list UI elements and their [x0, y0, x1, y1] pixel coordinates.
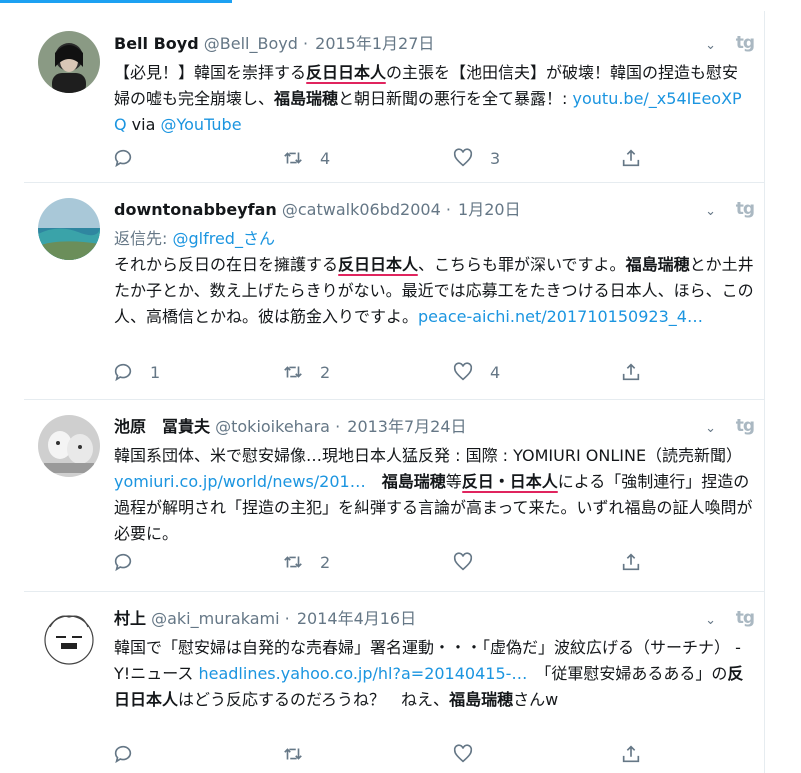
- retweet-count: 4: [320, 148, 331, 168]
- tweet[interactable]: 村上 @aki_murakami · 2014年4月16日 ⌄ tg 韓国で「慰…: [24, 592, 764, 773]
- like-button[interactable]: 3: [452, 146, 500, 170]
- heart-icon: [453, 148, 473, 167]
- tweet-header: downtonabbeyfan @catwalk06bd2004 · 1月20日…: [114, 197, 755, 224]
- timestamp[interactable]: 2015年1月27日: [315, 34, 434, 53]
- retweet-button[interactable]: [282, 742, 320, 766]
- user-name[interactable]: downtonabbeyfan: [114, 200, 277, 219]
- timestamp[interactable]: 2013年7月24日: [347, 417, 466, 436]
- retweet-button[interactable]: 2: [282, 550, 330, 574]
- heart-icon: [453, 744, 473, 763]
- tweet-actions: 1 2 4: [112, 360, 652, 384]
- tweet-actions: 2: [112, 550, 652, 574]
- retweet-button[interactable]: 4: [282, 146, 330, 170]
- user-name[interactable]: Bell Boyd: [114, 34, 199, 53]
- active-tab-indicator: [0, 0, 232, 3]
- share-button[interactable]: [620, 742, 642, 766]
- reply-button[interactable]: [112, 146, 150, 170]
- tweet-actions: 4 3: [112, 146, 652, 170]
- reply-icon: [114, 553, 132, 572]
- share-icon: [622, 553, 640, 571]
- tweet[interactable]: Bell Boyd @Bell_Boyd · 2015年1月27日 ⌄ tg 【…: [24, 11, 764, 183]
- tweet-text: それから反日の在日を擁護する反日日本人 、こちらも罪が深いですよ。福島瑞穂とか土井…: [114, 255, 754, 326]
- retweet-button[interactable]: 2: [282, 360, 330, 384]
- tg-icon[interactable]: tg: [736, 606, 755, 630]
- separator-dot: ·: [445, 200, 451, 219]
- timestamp[interactable]: 2014年4月16日: [297, 609, 416, 628]
- tweet-link[interactable]: yomiuri.co.jp/world/news/201…: [114, 472, 366, 491]
- share-button[interactable]: [620, 550, 642, 574]
- tweet-feed: Bell Boyd @Bell_Boyd · 2015年1月27日 ⌄ tg 【…: [24, 11, 765, 773]
- tg-icon[interactable]: tg: [736, 414, 755, 438]
- separator-dot: ·: [335, 417, 341, 436]
- tweet-actions: [112, 742, 652, 766]
- user-name[interactable]: 池原 冨貴夫: [114, 417, 210, 436]
- tweet-text: 【必見！】韓国を崇拝する反日日本人 の主張を【池田信夫】が破壊！韓国の捏造も慰安婦…: [114, 63, 742, 134]
- reply-icon: [114, 149, 132, 168]
- retweet-count: 2: [320, 552, 331, 572]
- reply-button[interactable]: [112, 550, 150, 574]
- tweet[interactable]: 池原 冨貴夫 @tokioikehara · 2013年7月24日 ⌄ tg 韓…: [24, 400, 764, 592]
- share-button[interactable]: [620, 360, 642, 384]
- avatar[interactable]: [38, 607, 100, 669]
- reply-to-line: 返信先: @glfred_さん: [114, 229, 275, 248]
- heart-icon: [453, 362, 473, 381]
- tweet-link[interactable]: headlines.yahoo.co.jp/hl?a=20140415-…: [198, 664, 527, 683]
- mention-link[interactable]: @YouTube: [160, 115, 241, 134]
- like-count: 4: [490, 362, 501, 382]
- reply-button[interactable]: [112, 742, 150, 766]
- red-underline: [338, 274, 419, 276]
- tweet-text: 韓国で「慰安婦は自発的な売春婦」署名運動・・・「虚偽だ」波紋広げる（サーチナ） …: [114, 638, 744, 709]
- reply-button[interactable]: 1: [112, 360, 160, 384]
- separator-dot: ·: [302, 34, 309, 53]
- avatar[interactable]: [38, 415, 100, 477]
- hashword: 反日日本人: [306, 63, 387, 82]
- tweet-link[interactable]: peace-aichi.net/201710150923_4…: [418, 307, 703, 326]
- chevron-down-icon[interactable]: ⌄: [705, 200, 716, 224]
- like-button[interactable]: [452, 742, 490, 766]
- like-count: 3: [490, 148, 501, 168]
- user-handle[interactable]: @catwalk06bd2004: [282, 200, 441, 219]
- tweet[interactable]: downtonabbeyfan @catwalk06bd2004 · 1月20日…: [24, 183, 764, 400]
- tweet-header: 村上 @aki_murakami · 2014年4月16日 ⌄ tg: [114, 606, 755, 633]
- retweet-icon: [284, 556, 302, 568]
- reply-to-handle[interactable]: @glfred_さん: [172, 229, 274, 248]
- red-underline: [306, 82, 387, 84]
- avatar[interactable]: [38, 198, 100, 260]
- hashword: 反日日本人: [338, 255, 419, 274]
- separator-dot: ·: [284, 609, 290, 628]
- tweet-header: 池原 冨貴夫 @tokioikehara · 2013年7月24日 ⌄ tg: [114, 414, 755, 441]
- reply-icon: [114, 363, 132, 382]
- retweet-icon: [284, 366, 302, 378]
- tweet-text: 韓国系団体、米で慰安婦像…現地日本人猛反発 : 国際 : YOMIURI ONL…: [114, 446, 753, 543]
- chevron-down-icon[interactable]: ⌄: [705, 34, 716, 58]
- like-button[interactable]: 4: [452, 360, 500, 384]
- user-name[interactable]: 村上: [114, 609, 146, 628]
- hashword: 反日・日本人: [461, 472, 558, 491]
- share-icon: [622, 745, 640, 763]
- user-handle[interactable]: @tokioikehara: [215, 417, 330, 436]
- tg-icon[interactable]: tg: [736, 197, 755, 221]
- reply-icon: [114, 745, 132, 764]
- share-icon: [622, 363, 640, 381]
- red-underline: [461, 491, 558, 493]
- chevron-down-icon[interactable]: ⌄: [705, 417, 716, 441]
- share-icon: [622, 149, 640, 167]
- user-handle[interactable]: @Bell_Boyd: [204, 34, 298, 53]
- reply-count: 1: [150, 362, 161, 382]
- heart-icon: [453, 552, 473, 571]
- tg-icon[interactable]: tg: [736, 31, 755, 55]
- avatar[interactable]: [38, 31, 100, 93]
- share-button[interactable]: [620, 146, 642, 170]
- tweet-header: Bell Boyd @Bell_Boyd · 2015年1月27日 ⌄ tg: [114, 31, 755, 58]
- timestamp[interactable]: 1月20日: [458, 200, 521, 219]
- retweet-icon: [284, 152, 302, 164]
- retweet-icon: [284, 748, 302, 760]
- retweet-count: 2: [320, 362, 331, 382]
- chevron-down-icon[interactable]: ⌄: [705, 609, 716, 633]
- like-button[interactable]: [452, 550, 490, 574]
- user-handle[interactable]: @aki_murakami: [151, 609, 279, 628]
